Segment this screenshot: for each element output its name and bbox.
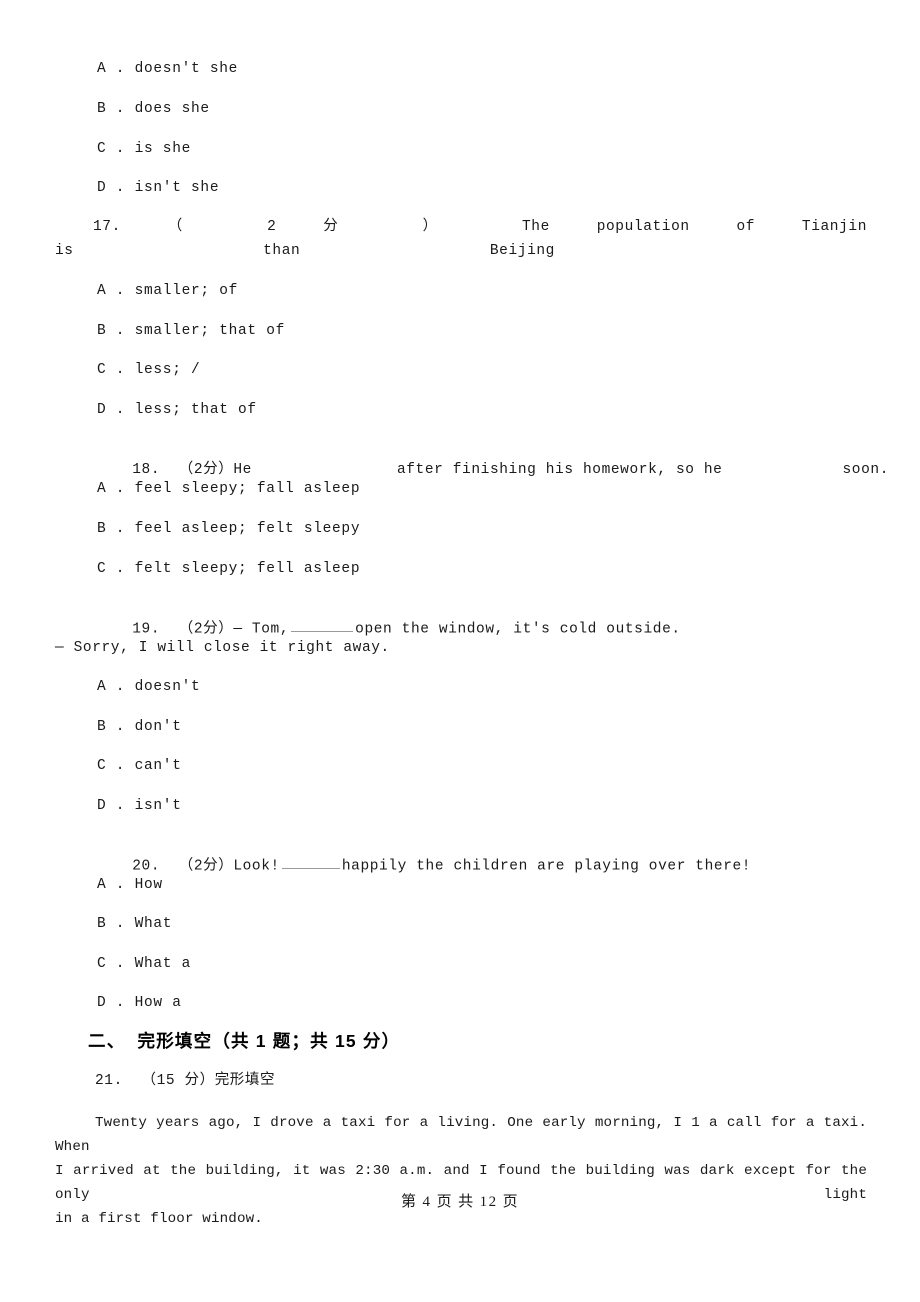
question-17-stem-line-1: 17. （ 2 分 ） The population of Tianjin — [55, 215, 867, 239]
score-value: 2 — [267, 219, 277, 235]
option-row[interactable]: B . don't — [97, 717, 182, 737]
option-row[interactable]: C . is she — [97, 139, 191, 159]
question-21-label: 21. （15 分）完形填空 — [95, 1073, 276, 1089]
option-row[interactable]: C . What a — [97, 954, 191, 974]
option-row[interactable]: D . How a — [97, 993, 182, 1013]
option-row[interactable]: D . isn't — [97, 796, 182, 816]
option-row[interactable]: C . less; / — [97, 360, 200, 380]
score-unit: 分 — [323, 219, 376, 235]
question-20-stem: 20. （2分）Look! happily the children are pl… — [95, 835, 751, 896]
passage-text: in a first floor window. — [55, 1211, 263, 1227]
question-20-prefix: 20. （2分）Look! — [132, 858, 280, 875]
fill-in-blank[interactable] — [281, 855, 340, 870]
option-row[interactable]: A . smaller; of — [97, 281, 238, 301]
paren-close: ） — [422, 219, 476, 235]
paren-open: （ — [167, 219, 221, 235]
question-20-suffix: happily the children are playing over th… — [341, 858, 752, 875]
question-17-stem-line-2: is than Beijing — [55, 239, 555, 263]
stem-word: Tianjin — [801, 219, 868, 235]
cloze-passage: Twenty years ago, I drove a taxi for a l… — [55, 1111, 867, 1231]
passage-line: Twenty years ago, I drove a taxi for a l… — [55, 1111, 867, 1159]
option-row[interactable]: D . less; that of — [97, 400, 257, 420]
exam-page: A . doesn't she B . does she C . is she … — [0, 0, 920, 1302]
option-row[interactable]: A . doesn't she — [97, 59, 238, 79]
option-row[interactable]: A . feel sleepy; fall asleep — [97, 479, 360, 499]
option-row[interactable]: B . feel asleep; felt sleepy — [97, 519, 360, 539]
option-row[interactable]: D . isn't she — [97, 178, 219, 198]
stem-word: than — [263, 243, 301, 259]
stem-word: The — [521, 219, 550, 235]
stem-word: Beijing — [489, 243, 555, 259]
option-row[interactable]: A . doesn't — [97, 677, 200, 697]
question-18-suffix: soon. — [842, 462, 890, 478]
stem-word: population — [596, 219, 690, 235]
page-footer: 第 4 页 共 12 页 — [400, 1194, 520, 1210]
option-row[interactable]: B . does she — [97, 99, 210, 119]
question-19-prefix: 19. （2分）— Tom, — [132, 621, 290, 638]
passage-text: Twenty years ago, I drove a taxi for a l… — [55, 1115, 867, 1155]
question-18-prefix: 18. （2分）He — [132, 462, 252, 478]
stem-word: of — [736, 219, 756, 235]
section-heading-cloze: 二、 完形填空（共 1 题；共 15 分） — [88, 1031, 401, 1051]
question-19-suffix: open the window, it's cold outside. — [355, 621, 681, 638]
option-row[interactable]: B . What — [97, 914, 172, 934]
option-row[interactable]: B . smaller; that of — [97, 321, 285, 341]
stem-word: is — [55, 243, 74, 259]
question-18-middle: after finishing his homework, so he — [396, 462, 723, 478]
question-19-stem-line-2: — Sorry, I will close it right away. — [55, 640, 390, 656]
option-row[interactable]: C . can't — [97, 756, 182, 776]
option-row[interactable]: C . felt sleepy; fell asleep — [97, 559, 360, 579]
question-number: 17. — [93, 219, 121, 235]
fill-in-blank[interactable] — [291, 618, 354, 633]
option-row[interactable]: A . How — [97, 875, 163, 895]
